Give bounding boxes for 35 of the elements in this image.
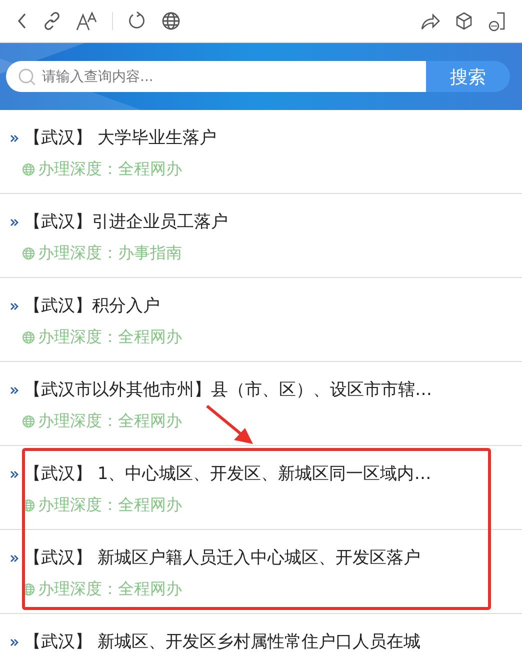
link-icon[interactable]: [42, 11, 62, 31]
processing-depth-label: 办理深度：全程网办: [38, 410, 182, 432]
cube-icon[interactable]: [454, 11, 474, 31]
globe-icon[interactable]: [161, 11, 181, 31]
processing-depth-label: 办理深度：全程网办: [38, 326, 182, 348]
annotation-arrow: [206, 404, 253, 444]
processing-depth-label: 办理深度：全程网办: [38, 494, 182, 516]
item-title-link[interactable]: 【武汉】 大学毕业生落户: [24, 126, 216, 150]
double-chevron-icon: [10, 302, 19, 310]
globe-icon: [22, 498, 35, 512]
globe-icon: [22, 330, 35, 344]
globe-icon: [22, 582, 35, 596]
item-title-link[interactable]: 【武汉】 新城区、开发区乡村属性常住户口人员在城: [24, 630, 420, 654]
double-chevron-icon: [10, 218, 19, 226]
processing-depth-label: 办理深度：全程网办: [38, 578, 182, 600]
double-chevron-icon: [10, 554, 19, 562]
globe-icon: [22, 414, 35, 428]
share-icon[interactable]: [420, 11, 440, 31]
double-chevron-icon: [10, 386, 19, 394]
item-title-link[interactable]: 【武汉】引进企业员工落户: [24, 210, 228, 234]
processing-depth-label: 办理深度：全程网办: [38, 158, 182, 180]
globe-icon: [22, 162, 35, 176]
item-title-link[interactable]: 【武汉】 1、中心城区、开发区、新城区同一区域内…: [24, 462, 432, 486]
double-chevron-icon: [10, 134, 19, 142]
double-chevron-icon: [10, 638, 19, 646]
font-size-icon[interactable]: [76, 11, 98, 31]
search-field[interactable]: 请输入查询内容...: [6, 61, 426, 92]
globe-icon: [22, 246, 35, 260]
double-chevron-icon: [10, 470, 19, 478]
processing-depth-label: 办理深度：办事指南: [38, 242, 182, 264]
item-title-link[interactable]: 【武汉】积分入户: [24, 294, 160, 318]
refresh-icon[interactable]: [127, 11, 147, 31]
item-title-link[interactable]: 【武汉】 新城区户籍人员迁入中心城区、开发区落户: [24, 546, 420, 570]
back-icon[interactable]: [16, 12, 28, 30]
item-title-link[interactable]: 【武汉市以外其他市州】县（市、区）、设区市市辖…: [24, 378, 432, 402]
